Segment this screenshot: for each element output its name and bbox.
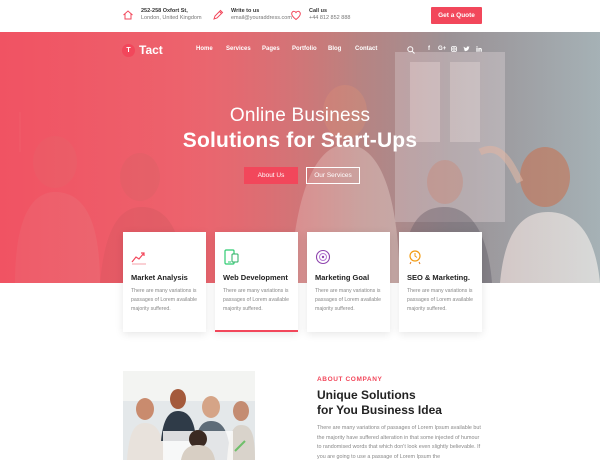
card-title: Web Development	[223, 273, 288, 282]
our-services-button[interactable]: Our Services	[306, 167, 360, 184]
logo[interactable]: T Tact	[122, 43, 163, 57]
service-card-web-development[interactable]: Web Development There are many variation…	[215, 232, 298, 332]
address-info: 252-258 Oxfort St, London, United Kingdo…	[122, 8, 202, 22]
web-development-icon	[224, 249, 239, 265]
google-plus-icon[interactable]: G+	[438, 46, 446, 52]
email-label: Write to us	[231, 8, 260, 14]
home-icon	[123, 10, 133, 20]
nav-pages[interactable]: Pages	[262, 46, 280, 52]
about-team-photo	[123, 371, 255, 460]
card-description: There are many variations is passages of…	[315, 288, 382, 312]
service-card-seo-marketing[interactable]: SEO & Marketing. There are many variatio…	[399, 232, 482, 332]
card-title: Marketing Goal	[315, 273, 370, 282]
nav-portfolio[interactable]: Portfolio	[292, 46, 317, 52]
logo-name: Tact	[139, 43, 163, 57]
card-description: There are many variations is passages of…	[223, 288, 290, 312]
hero-section	[0, 32, 600, 283]
service-card-marketing-goal[interactable]: Marketing Goal There are many variations…	[307, 232, 390, 332]
card-title: Market Analysis	[131, 273, 188, 282]
email-info: Write to us email@youraddress.com	[212, 8, 292, 22]
card-description: There are many variations is passages of…	[131, 288, 198, 312]
phone-heart-icon	[291, 10, 301, 21]
email-address[interactable]: email@youraddress.com	[231, 15, 292, 22]
address-line2: London, United Kingdom	[141, 15, 202, 21]
twitter-icon[interactable]	[463, 46, 470, 52]
address-line1: 252-258 Oxfort St,	[141, 8, 188, 14]
card-title: SEO & Marketing.	[407, 273, 470, 282]
seo-marketing-icon	[409, 250, 421, 265]
get-a-quote-button[interactable]: Get a Quote	[431, 7, 482, 24]
about-title-line1: Unique Solutions	[317, 388, 416, 402]
hero-overlay	[0, 32, 600, 283]
market-analysis-icon	[131, 252, 146, 265]
facebook-icon[interactable]: f	[428, 46, 430, 52]
linkedin-icon[interactable]	[476, 46, 482, 52]
nav-blog[interactable]: Blog	[328, 46, 341, 52]
logo-mark: T	[122, 43, 135, 57]
nav-home[interactable]: Home	[196, 46, 213, 52]
top-info-bar: 252-258 Oxfort St, London, United Kingdo…	[0, 0, 600, 32]
about-us-button[interactable]: About Us	[244, 167, 298, 184]
hero-subtitle: Online Business	[229, 105, 371, 126]
hero-title: Solutions for Start-Ups	[182, 129, 418, 152]
phone-label: Call us	[309, 8, 328, 14]
phone-number[interactable]: +44 812 852 888	[309, 15, 350, 22]
about-title-line2: for You Business Idea	[317, 403, 442, 417]
phone-info: Call us +44 812 852 888	[290, 8, 350, 22]
pencil-icon	[213, 9, 224, 20]
about-text: There are many variations of passages of…	[317, 425, 481, 460]
instagram-icon[interactable]	[451, 46, 457, 52]
card-description: There are many variations is passages of…	[407, 288, 474, 312]
service-card-market-analysis[interactable]: Market Analysis There are many variation…	[123, 232, 206, 332]
about-title: Unique Solutions for You Business Idea	[317, 388, 517, 418]
marketing-goal-icon	[315, 249, 331, 265]
nav-contact[interactable]: Contact	[355, 46, 377, 52]
nav-services[interactable]: Services	[226, 46, 251, 52]
about-kicker: ABOUT COMPANY	[317, 376, 383, 383]
search-icon[interactable]	[407, 46, 415, 54]
